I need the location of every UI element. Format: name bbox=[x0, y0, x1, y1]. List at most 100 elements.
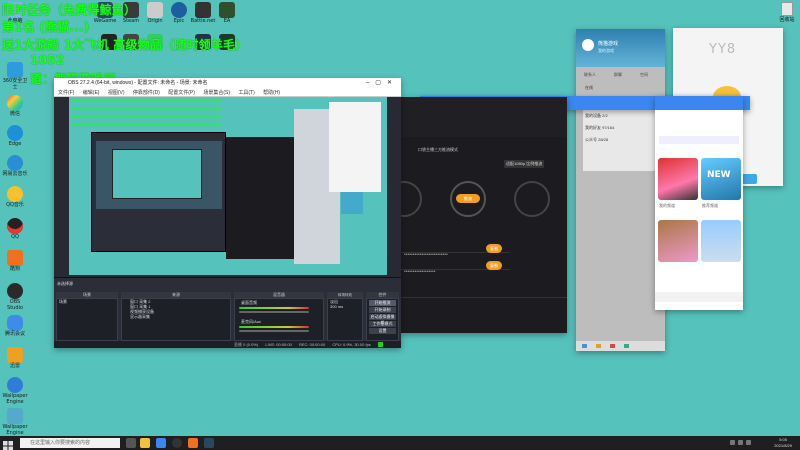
qq-tabs: 联系人 群聊 空间 bbox=[576, 72, 665, 79]
stream-url-field[interactable]: ••••••••••••••••••••••••• bbox=[400, 252, 448, 258]
scene-item[interactable]: 场景 bbox=[57, 299, 117, 304]
browser-icon[interactable] bbox=[156, 438, 166, 448]
menu-help[interactable]: 帮助(H) bbox=[263, 90, 280, 96]
tray-icon[interactable] bbox=[730, 440, 735, 445]
desktop-icon-8[interactable]: 酷狗 bbox=[2, 250, 28, 272]
desktop-icon-12[interactable]: Wallpaper Engine bbox=[2, 377, 28, 405]
recycle-bin[interactable]: 回收站 bbox=[776, 2, 798, 23]
top-icon-5[interactable]: Battle.net bbox=[190, 2, 216, 24]
cpu-usage: CPU: 0.9%, 30.00 fps bbox=[332, 342, 371, 347]
stream-key-field[interactable]: •••••••••••••••••• bbox=[400, 269, 436, 275]
qq-tool-icon[interactable] bbox=[582, 344, 587, 348]
obs-statusbar: 丢帧 0 (0.0%) LIVE: 00:00:00 REC: 00:00:00… bbox=[54, 341, 401, 348]
menu-scene-collection[interactable]: 场景集合(S) bbox=[203, 90, 230, 96]
menu-edit[interactable]: 编辑(E) bbox=[83, 90, 100, 96]
qq-header-tag: 我的游戏 bbox=[598, 48, 614, 53]
live-timer: LIVE: 00:00:00 bbox=[265, 342, 292, 347]
desktop-icon-9[interactable]: OBS Studio bbox=[2, 283, 28, 311]
desktop-icon-11[interactable]: 迅雷 bbox=[2, 347, 28, 369]
start-streaming-button[interactable]: 开始推流 bbox=[369, 300, 396, 306]
desktop-icon-7[interactable]: QQ bbox=[2, 218, 28, 240]
obs-menubar: 文件(F) 编辑(E) 视图(V) 停靠部件(D) 配置文件(P) 场景集合(S… bbox=[54, 89, 401, 97]
virtual-camera-button[interactable]: 启动虚拟摄像机 bbox=[369, 314, 396, 325]
menu-tools[interactable]: 工具(T) bbox=[238, 90, 254, 96]
desktop-icon-3[interactable]: 微信 bbox=[2, 95, 28, 117]
preview-green-text bbox=[71, 99, 221, 129]
obs-docks: 未选择源 场景 场景 来源 窗口 采集 2 窗口 采集 1 视频捕获设备 显示器… bbox=[54, 277, 401, 348]
mixer-track-desktop: 桌面音频 bbox=[241, 300, 257, 305]
qq-row-2[interactable]: 在线 bbox=[585, 85, 593, 91]
desktop-icon-5[interactable]: 网易云音乐 bbox=[2, 155, 28, 177]
k-app-icon bbox=[7, 377, 23, 393]
desktop-icon-4[interactable]: Edge bbox=[2, 125, 28, 147]
tray-icon[interactable] bbox=[738, 440, 743, 445]
folder-icon[interactable] bbox=[140, 438, 150, 448]
sources-dock: 窗口 采集 2 窗口 采集 1 视频捕获设备 显示器采集 bbox=[121, 298, 231, 341]
menu-file[interactable]: 文件(F) bbox=[58, 90, 74, 96]
qq-tool-icon[interactable] bbox=[624, 344, 629, 348]
streaming-app-window[interactable]: 口袋主播三方推流模式 推流 ••••••••••••••••••••••••• … bbox=[400, 97, 567, 333]
tray-icon[interactable] bbox=[746, 440, 751, 445]
taskbar-clock[interactable]: 5:05 2021/8/29 bbox=[774, 437, 792, 449]
qq-window[interactable]: 熊猫游戏 我的游戏 联系人 群聊 空间 数据区 在线 我的设备 2/2 我的好友… bbox=[576, 29, 665, 351]
start-recording-button[interactable]: 开始录制 bbox=[369, 307, 396, 313]
avatar[interactable] bbox=[582, 39, 594, 51]
qq-row-3[interactable]: 我的设备 2/2 bbox=[585, 113, 608, 119]
qq-username: 熊猫游戏 bbox=[598, 41, 619, 47]
copy-button-1[interactable]: 复制 bbox=[486, 244, 502, 253]
search-input[interactable]: 在这里输入你要搜索的内容 bbox=[30, 440, 90, 446]
menu-view[interactable]: 视图(V) bbox=[108, 90, 125, 96]
qq-row-5[interactable]: 公众号 28/28 bbox=[585, 137, 608, 143]
top-icon-4[interactable]: Epic bbox=[166, 2, 192, 24]
mode-circle-1[interactable] bbox=[400, 181, 422, 217]
qq-tool-icon[interactable] bbox=[596, 344, 601, 348]
copy-button-2[interactable]: 复制 bbox=[486, 261, 502, 270]
transition-duration[interactable]: 300 ms bbox=[328, 304, 362, 309]
thumbnail-2[interactable]: NEW bbox=[701, 158, 741, 200]
mode-circle-3[interactable] bbox=[514, 181, 550, 217]
mic-audio-slider[interactable] bbox=[239, 330, 309, 332]
top-icon-3[interactable]: Origin bbox=[142, 2, 168, 24]
qq-row-4[interactable]: 我的好友 97/164 bbox=[585, 125, 614, 131]
obs-preview[interactable] bbox=[69, 97, 387, 275]
overlay-line-1: 限时任务（免费得鲸鱼） bbox=[2, 3, 137, 17]
menu-docks[interactable]: 停靠部件(D) bbox=[133, 90, 160, 96]
desktop-icon-2[interactable]: 360安全卫士 bbox=[2, 62, 28, 90]
thumbnail-1[interactable] bbox=[658, 158, 698, 200]
steam-icon[interactable] bbox=[204, 438, 214, 448]
obs-window[interactable]: OBS 27.2.4 (64-bit, windows) - 配置文件: 未命名… bbox=[54, 78, 401, 348]
thumbnail-3[interactable] bbox=[658, 220, 698, 262]
tab-groups[interactable]: 群聊 bbox=[614, 72, 622, 78]
mixer-dock: 桌面音频 麦克风/Aux bbox=[234, 298, 324, 341]
battlenet-icon bbox=[195, 2, 211, 18]
tooltip: 适配1080p 比例推流 bbox=[504, 160, 545, 168]
controls-dock: 开始推流 开始录制 启动虚拟摄像机 工作室模式 设置 bbox=[366, 298, 399, 341]
obs-titlebar: OBS 27.2.4 (64-bit, windows) - 配置文件: 未命名… bbox=[54, 78, 401, 89]
push-stream-button[interactable]: 推流 bbox=[456, 194, 480, 203]
task-view-icon[interactable] bbox=[126, 438, 136, 448]
source-item[interactable]: 显示器采集 bbox=[122, 314, 230, 319]
video-app-window[interactable]: NEW 我的频道 推荐频道 bbox=[655, 96, 743, 310]
obs-taskbar-icon[interactable] bbox=[172, 438, 182, 448]
qq-list-panel: 我的设备 2/2 我的好友 97/164 公众号 28/28 bbox=[583, 109, 659, 171]
window-controls[interactable]: –▢✕ bbox=[366, 78, 398, 89]
start-button[interactable] bbox=[3, 438, 13, 450]
desktop-icon-6[interactable]: QQ音乐 bbox=[2, 186, 28, 208]
taskbar-search[interactable]: 在这里输入你要搜索的内容 bbox=[20, 438, 120, 448]
desktop-audio-slider[interactable] bbox=[239, 311, 309, 313]
tab-contacts[interactable]: 联系人 bbox=[584, 72, 596, 78]
desktop-icon-13[interactable]: Wallpaper Engine bbox=[2, 408, 28, 436]
menu-profile[interactable]: 配置文件(P) bbox=[168, 90, 195, 96]
tab-space[interactable]: 空间 bbox=[640, 72, 648, 78]
settings-button[interactable]: 设置 bbox=[369, 328, 396, 334]
mode-circle-2[interactable]: 推流 bbox=[450, 181, 486, 217]
desktop-icon-10[interactable]: 腾讯会议 bbox=[2, 315, 28, 337]
qq-tool-icon[interactable] bbox=[610, 344, 615, 348]
app-taskbar-icon[interactable] bbox=[188, 438, 198, 448]
obs-icon bbox=[7, 283, 23, 299]
dropped-frames: 丢帧 0 (0.0%) bbox=[234, 342, 259, 347]
studio-mode-button[interactable]: 工作室模式 bbox=[369, 321, 396, 327]
thumbnail-4[interactable] bbox=[701, 220, 741, 262]
preview-dark-panel bbox=[226, 137, 296, 259]
top-icon-6[interactable]: EA bbox=[214, 2, 240, 24]
